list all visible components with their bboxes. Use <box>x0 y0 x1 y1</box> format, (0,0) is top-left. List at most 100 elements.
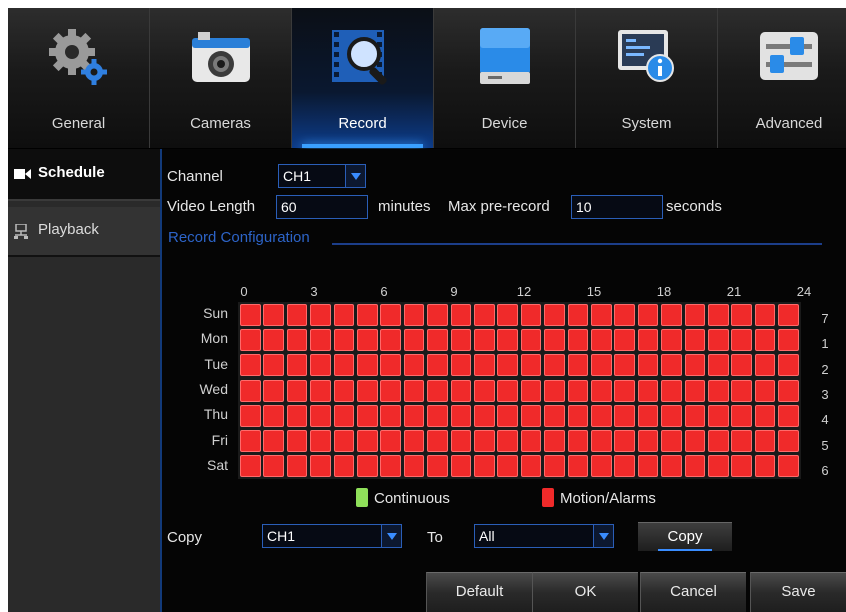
schedule-cell[interactable] <box>708 379 729 402</box>
schedule-cell[interactable] <box>403 354 425 377</box>
schedule-cell[interactable] <box>380 379 401 402</box>
schedule-cell[interactable] <box>778 404 799 427</box>
schedule-cell[interactable] <box>567 404 589 427</box>
schedule-cell[interactable] <box>731 329 752 352</box>
schedule-cell[interactable] <box>614 404 635 427</box>
schedule-cell[interactable] <box>684 430 706 452</box>
schedule-cell[interactable] <box>310 329 331 352</box>
schedule-cell[interactable] <box>263 404 284 427</box>
schedule-cell[interactable] <box>357 329 378 352</box>
schedule-cell[interactable] <box>380 354 401 377</box>
schedule-cell[interactable] <box>474 354 495 377</box>
tab-general[interactable]: General <box>8 8 150 148</box>
schedule-cell[interactable] <box>637 455 659 478</box>
schedule-cell[interactable] <box>474 304 495 326</box>
schedule-cell[interactable] <box>591 329 612 352</box>
schedule-cell[interactable] <box>778 455 799 478</box>
schedule-cell[interactable] <box>754 354 776 377</box>
schedule-cell[interactable] <box>637 379 659 402</box>
schedule-cell[interactable] <box>474 404 495 427</box>
schedule-cell[interactable] <box>357 455 378 478</box>
schedule-cell[interactable] <box>497 455 518 478</box>
schedule-cell[interactable] <box>310 379 331 402</box>
schedule-cell[interactable] <box>240 430 261 452</box>
schedule-cell[interactable] <box>708 304 729 326</box>
copy-from-select[interactable]: CH1 <box>262 524 402 548</box>
schedule-cell[interactable] <box>427 404 448 427</box>
schedule-cell[interactable] <box>754 379 776 402</box>
schedule-cell[interactable] <box>684 379 706 402</box>
schedule-cell[interactable] <box>684 404 706 427</box>
copy-button[interactable]: Copy <box>638 522 732 551</box>
schedule-cell[interactable] <box>497 379 518 402</box>
schedule-cell[interactable] <box>380 304 401 326</box>
schedule-cell[interactable] <box>567 354 589 377</box>
schedule-cell[interactable] <box>474 379 495 402</box>
schedule-cell[interactable] <box>333 329 355 352</box>
tab-record[interactable]: Record <box>292 8 434 148</box>
schedule-cell[interactable] <box>263 379 284 402</box>
schedule-cell[interactable] <box>450 329 472 352</box>
schedule-cell[interactable] <box>403 379 425 402</box>
schedule-cell[interactable] <box>637 404 659 427</box>
schedule-cell[interactable] <box>520 404 542 427</box>
schedule-cell[interactable] <box>520 379 542 402</box>
schedule-grid[interactable] <box>238 302 801 479</box>
schedule-cell[interactable] <box>286 379 308 402</box>
schedule-cell[interactable] <box>380 404 401 427</box>
schedule-cell[interactable] <box>637 304 659 326</box>
schedule-cell[interactable] <box>427 329 448 352</box>
schedule-cell[interactable] <box>240 404 261 427</box>
schedule-cell[interactable] <box>263 430 284 452</box>
schedule-cell[interactable] <box>544 329 565 352</box>
schedule-cell[interactable] <box>591 455 612 478</box>
schedule-cell[interactable] <box>263 455 284 478</box>
schedule-cell[interactable] <box>637 329 659 352</box>
schedule-cell[interactable] <box>427 430 448 452</box>
schedule-cell[interactable] <box>754 329 776 352</box>
schedule-cell[interactable] <box>286 329 308 352</box>
schedule-cell[interactable] <box>520 455 542 478</box>
schedule-cell[interactable] <box>474 329 495 352</box>
schedule-cell[interactable] <box>731 430 752 452</box>
video-length-input[interactable]: 60 <box>276 195 368 219</box>
schedule-cell[interactable] <box>544 304 565 326</box>
schedule-cell[interactable] <box>333 430 355 452</box>
sidebar-item-schedule[interactable]: Schedule <box>8 149 160 201</box>
schedule-cell[interactable] <box>403 430 425 452</box>
schedule-cell[interactable] <box>661 304 682 326</box>
schedule-cell[interactable] <box>708 455 729 478</box>
schedule-cell[interactable] <box>591 354 612 377</box>
schedule-cell[interactable] <box>333 404 355 427</box>
schedule-cell[interactable] <box>731 304 752 326</box>
schedule-cell[interactable] <box>240 455 261 478</box>
schedule-cell[interactable] <box>637 354 659 377</box>
schedule-cell[interactable] <box>544 354 565 377</box>
schedule-cell[interactable] <box>380 455 401 478</box>
schedule-cell[interactable] <box>474 430 495 452</box>
schedule-cell[interactable] <box>778 304 799 326</box>
schedule-cell[interactable] <box>310 354 331 377</box>
schedule-cell[interactable] <box>403 304 425 326</box>
schedule-cell[interactable] <box>403 455 425 478</box>
schedule-cell[interactable] <box>286 430 308 452</box>
schedule-cell[interactable] <box>357 354 378 377</box>
schedule-cell[interactable] <box>333 304 355 326</box>
schedule-cell[interactable] <box>520 354 542 377</box>
schedule-cell[interactable] <box>427 379 448 402</box>
schedule-cell[interactable] <box>380 430 401 452</box>
schedule-cell[interactable] <box>637 430 659 452</box>
schedule-cell[interactable] <box>497 329 518 352</box>
schedule-cell[interactable] <box>567 455 589 478</box>
schedule-cell[interactable] <box>754 455 776 478</box>
schedule-cell[interactable] <box>754 404 776 427</box>
schedule-cell[interactable] <box>333 379 355 402</box>
schedule-cell[interactable] <box>263 304 284 326</box>
schedule-cell[interactable] <box>240 354 261 377</box>
schedule-cell[interactable] <box>427 455 448 478</box>
schedule-cell[interactable] <box>544 404 565 427</box>
schedule-cell[interactable] <box>661 430 682 452</box>
schedule-cell[interactable] <box>708 354 729 377</box>
schedule-cell[interactable] <box>591 404 612 427</box>
schedule-cell[interactable] <box>567 304 589 326</box>
